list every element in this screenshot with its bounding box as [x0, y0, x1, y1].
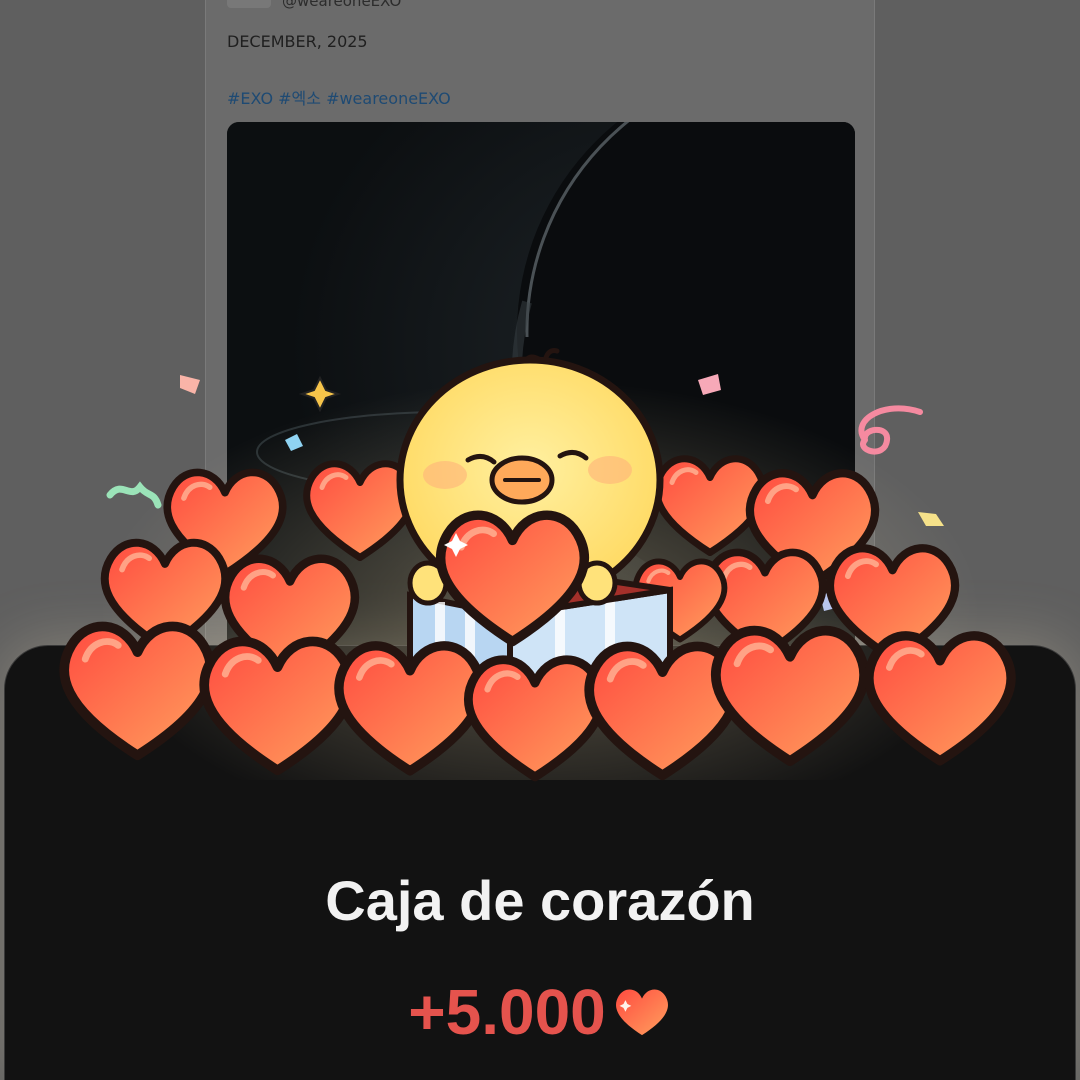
post-avatar	[227, 0, 271, 8]
reward-title: Caja de corazón	[325, 869, 755, 932]
post-handle: @weareoneEXO	[282, 0, 402, 10]
reward-amount-row: +5.000	[0, 975, 1080, 1049]
reward-amount: +5.000	[408, 976, 606, 1048]
reward-illustration	[0, 348, 1080, 810]
post-hashtags[interactable]: #EXO #엑소 #weareoneEXO	[227, 85, 451, 109]
heart-icon	[615, 989, 668, 1036]
post-date-text: DECEMBER, 2025	[227, 32, 368, 51]
